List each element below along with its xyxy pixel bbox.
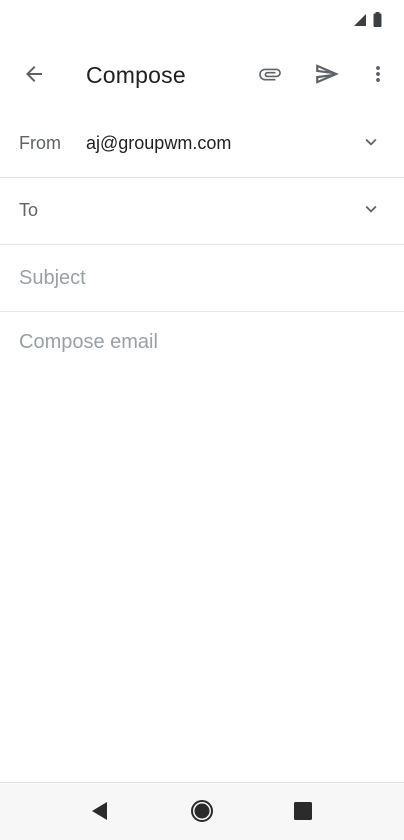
battery-icon — [373, 12, 382, 32]
app-bar: Compose — [0, 40, 404, 112]
send-icon — [314, 61, 340, 92]
from-expand-button[interactable] — [352, 125, 390, 163]
chevron-down-icon — [360, 198, 382, 225]
to-row[interactable]: To — [0, 178, 404, 245]
status-bar — [0, 0, 404, 40]
back-button[interactable] — [12, 54, 56, 98]
page-title: Compose — [86, 62, 186, 88]
nav-recents-icon — [293, 801, 313, 826]
compose-body[interactable]: Compose email — [0, 312, 404, 782]
from-row: From aj@groupwm.com — [0, 111, 404, 178]
system-nav-bar — [0, 782, 404, 840]
from-label: From — [19, 133, 61, 153]
to-label: To — [19, 200, 39, 220]
nav-home-icon — [190, 799, 214, 828]
nav-back-icon — [90, 801, 110, 826]
attach-button[interactable] — [248, 54, 292, 98]
nav-home-button[interactable] — [182, 793, 222, 833]
send-button[interactable] — [305, 54, 349, 98]
more-vert-icon — [366, 62, 390, 91]
more-options-button[interactable] — [356, 54, 400, 98]
subject-placeholder: Subject — [19, 267, 86, 289]
nav-recents-button[interactable] — [283, 793, 323, 833]
subject-field[interactable]: Subject — [0, 245, 404, 312]
status-icons — [353, 12, 382, 32]
compose-placeholder: Compose email — [19, 331, 158, 353]
chevron-down-icon — [360, 131, 382, 158]
signal-icon — [353, 13, 367, 32]
arrow-back-icon — [22, 62, 46, 91]
nav-back-button[interactable] — [80, 793, 120, 833]
from-value[interactable]: aj@groupwm.com — [86, 133, 231, 154]
to-expand-button[interactable] — [352, 192, 390, 230]
paperclip-icon — [257, 61, 283, 92]
